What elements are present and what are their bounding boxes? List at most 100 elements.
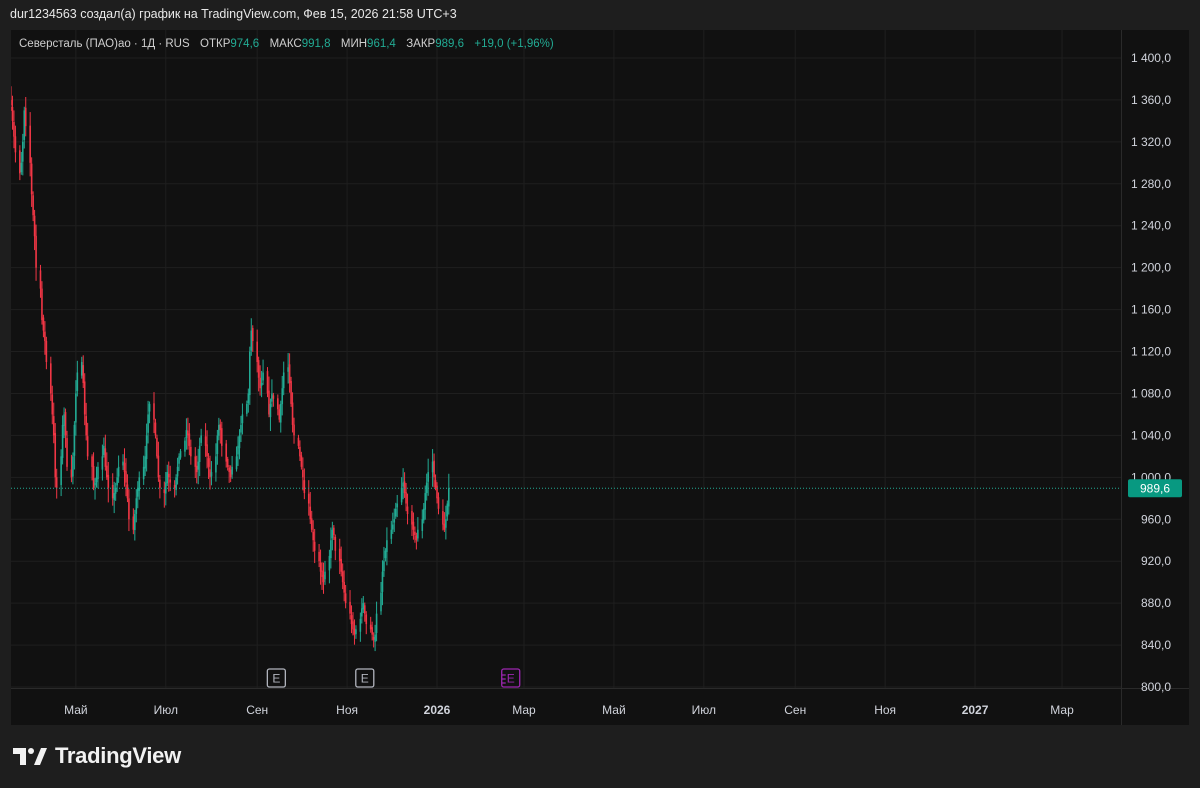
candle[interactable]: [390, 520, 393, 544]
candle[interactable]: [14, 125, 17, 163]
candle[interactable]: [443, 512, 446, 533]
candle[interactable]: [307, 480, 310, 516]
candle[interactable]: [338, 538, 341, 575]
candle[interactable]: [125, 458, 127, 497]
candle[interactable]: [231, 455, 233, 479]
candle[interactable]: [442, 499, 444, 531]
candle[interactable]: [437, 492, 440, 515]
candle[interactable]: [70, 454, 73, 483]
candle[interactable]: [424, 485, 427, 520]
candle[interactable]: [328, 549, 331, 584]
candle[interactable]: [122, 454, 124, 471]
candle[interactable]: [210, 461, 213, 486]
candle[interactable]: [405, 483, 407, 512]
candle[interactable]: [384, 548, 387, 562]
candle[interactable]: [446, 500, 449, 521]
candle[interactable]: [310, 510, 313, 533]
candle[interactable]: [433, 453, 435, 488]
candle[interactable]: [309, 492, 312, 524]
candle[interactable]: [33, 209, 36, 251]
candle[interactable]: [250, 318, 253, 356]
candle[interactable]: [60, 449, 62, 497]
candle[interactable]: [136, 481, 139, 509]
candle[interactable]: [215, 443, 217, 482]
candle[interactable]: [163, 481, 166, 508]
candle[interactable]: [41, 281, 43, 325]
candle[interactable]: [422, 503, 425, 524]
candle[interactable]: [117, 455, 120, 483]
candle[interactable]: [240, 415, 242, 443]
candle[interactable]: [219, 419, 222, 444]
candle[interactable]: [331, 521, 334, 551]
candle[interactable]: [322, 562, 325, 594]
candle[interactable]: [402, 468, 404, 500]
candle[interactable]: [44, 321, 46, 355]
candle[interactable]: [32, 191, 34, 222]
candle[interactable]: [85, 402, 87, 441]
candle[interactable]: [132, 508, 135, 535]
candle[interactable]: [218, 417, 220, 441]
candle[interactable]: [66, 430, 68, 471]
candle[interactable]: [427, 458, 429, 496]
candle[interactable]: [142, 455, 145, 485]
candle[interactable]: [281, 375, 284, 416]
chart-panel[interactable]: 1 400,0 1 360,0 1 320,0 1 280,0 1 240,0 1 200…: [11, 30, 1189, 725]
candle[interactable]: [290, 376, 292, 407]
candle[interactable]: [148, 401, 151, 424]
candle[interactable]: [318, 543, 320, 568]
candle[interactable]: [340, 546, 342, 577]
candle[interactable]: [303, 468, 306, 500]
candle[interactable]: [51, 385, 54, 425]
candle[interactable]: [157, 441, 160, 482]
candle[interactable]: [198, 437, 201, 477]
candle[interactable]: [97, 462, 99, 489]
candle[interactable]: [75, 380, 77, 436]
candle[interactable]: [200, 428, 202, 446]
candle[interactable]: [178, 453, 180, 472]
candle[interactable]: [103, 437, 105, 458]
candle[interactable]: [159, 474, 161, 499]
candle[interactable]: [80, 356, 83, 379]
candle[interactable]: [282, 361, 285, 396]
candle[interactable]: [412, 512, 415, 540]
candle[interactable]: [391, 512, 394, 534]
candle[interactable]: [179, 448, 182, 460]
candle[interactable]: [241, 403, 244, 435]
candle[interactable]: [361, 598, 363, 624]
candle[interactable]: [393, 508, 396, 532]
candle[interactable]: [123, 448, 126, 487]
candle[interactable]: [383, 546, 385, 577]
candle[interactable]: [324, 560, 326, 585]
candle[interactable]: [330, 527, 332, 569]
candle[interactable]: [386, 527, 388, 566]
candle[interactable]: [30, 157, 33, 207]
candle[interactable]: [166, 464, 169, 487]
candle[interactable]: [76, 360, 79, 397]
candle[interactable]: [288, 353, 291, 393]
candles[interactable]: [11, 86, 450, 652]
candle[interactable]: [302, 457, 304, 491]
earnings-marker[interactable]: E: [266, 668, 286, 688]
candle[interactable]: [39, 264, 42, 298]
candle[interactable]: [278, 404, 281, 423]
candle[interactable]: [268, 376, 270, 418]
candle[interactable]: [369, 616, 372, 633]
candle[interactable]: [400, 477, 403, 506]
candle[interactable]: [106, 452, 108, 480]
candle[interactable]: [403, 472, 406, 498]
candle[interactable]: [42, 314, 45, 338]
candle[interactable]: [352, 612, 354, 636]
candle[interactable]: [24, 96, 27, 137]
candle[interactable]: [176, 457, 179, 485]
candle[interactable]: [228, 465, 230, 483]
candle[interactable]: [256, 329, 258, 373]
candle[interactable]: [257, 356, 260, 392]
candle[interactable]: [269, 398, 272, 432]
candle[interactable]: [144, 445, 146, 477]
candle[interactable]: [445, 505, 447, 540]
candle[interactable]: [173, 480, 176, 498]
candle[interactable]: [380, 581, 382, 615]
candle[interactable]: [63, 407, 65, 439]
candle[interactable]: [381, 560, 384, 606]
earnings-marker[interactable]: E: [501, 668, 521, 688]
